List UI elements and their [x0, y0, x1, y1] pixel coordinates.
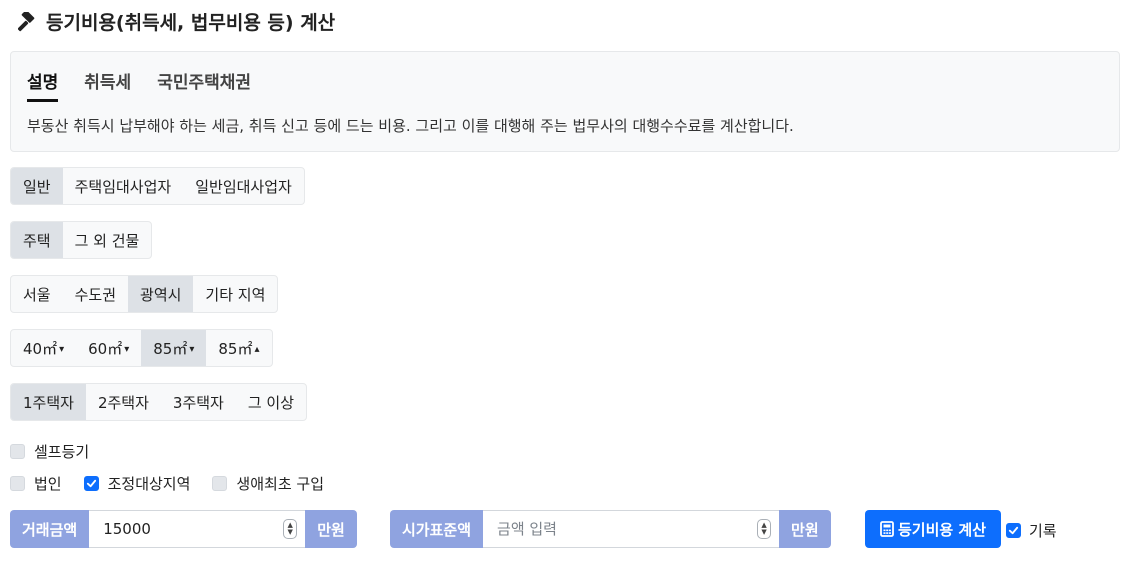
area-group: 40㎡ ▾ 60㎡ ▾ 85㎡ ▾ 85㎡ ▴ [10, 329, 273, 367]
calculator-icon [880, 521, 894, 537]
hammer-icon [18, 11, 38, 32]
check-icon [1008, 526, 1019, 535]
standard-price-label: 시가표준액 [390, 510, 484, 548]
checkbox-label: 생애최초 구입 [236, 475, 324, 493]
house-count-group: 1주택자 2주택자 3주택자 그 이상 [10, 383, 308, 421]
record-label: 기록 [1029, 522, 1057, 540]
calculate-button-label: 등기비용 계산 [897, 520, 987, 539]
area-60-below[interactable]: 60㎡ ▾ [76, 330, 141, 366]
area-label: 85㎡ [153, 339, 188, 358]
owner-type-housing-rental[interactable]: 주택임대사업자 [63, 168, 184, 204]
region-group: 서울 수도권 광역시 기타 지역 [10, 275, 279, 313]
area-label: 85㎡ [218, 339, 253, 358]
area-label: 40㎡ [23, 339, 58, 358]
self-registration-row: 셀프등기 [10, 441, 89, 462]
first-purchase-checkbox[interactable]: 생애최초 구입 [212, 473, 324, 494]
caret-up-icon: ▴ [254, 343, 260, 355]
description-text: 부동산 취득시 납부해야 하는 세금, 취득 신고 등에 드는 비용. 그리고 … [27, 117, 794, 135]
trade-amount-label: 거래금액 [10, 510, 90, 548]
region-metro-city[interactable]: 광역시 [128, 276, 194, 312]
area-85-below[interactable]: 85㎡ ▾ [141, 330, 207, 366]
caret-down-icon: ▾ [189, 343, 195, 355]
standard-price-unit: 만원 [779, 510, 831, 548]
number-spinner-icon[interactable]: ▲ ▼ [283, 519, 298, 539]
caret-down-icon: ▾ [59, 343, 65, 355]
building-type-other[interactable]: 그 외 건물 [63, 222, 152, 258]
owner-type-group: 일반 주택임대사업자 일반임대사업자 [10, 167, 305, 205]
trade-amount-input[interactable] [101, 519, 266, 539]
region-capital-area[interactable]: 수도권 [63, 276, 128, 312]
owner-type-general-rental[interactable]: 일반임대사업자 [183, 168, 304, 204]
checkbox-box[interactable] [212, 476, 228, 491]
info-tabs: 설명 취득세 국민주택채권 [27, 68, 251, 102]
checkbox-label: 조정대상지역 [107, 475, 191, 493]
checkbox-box[interactable] [10, 444, 25, 459]
house-count-1[interactable]: 1주택자 [11, 384, 86, 420]
building-type-house[interactable]: 주택 [11, 222, 63, 258]
building-type-group: 주택 그 외 건물 [10, 221, 153, 259]
check-icon [86, 479, 96, 488]
house-count-more[interactable]: 그 이상 [236, 384, 306, 420]
tab-acquisition-tax[interactable]: 취득세 [84, 68, 131, 102]
checkbox-label: 법인 [34, 475, 62, 493]
standard-price-group: 시가표준액 ▲▼ 만원 [390, 510, 831, 548]
record-checkbox[interactable]: 기록 [1006, 520, 1057, 541]
area-label: 60㎡ [88, 339, 123, 358]
owner-type-general[interactable]: 일반 [11, 168, 63, 204]
tab-housing-bond[interactable]: 국민주택채권 [157, 68, 251, 102]
adjusted-area-checkbox[interactable]: 조정대상지역 [83, 473, 191, 494]
trade-amount-group: 거래금액 ▲▼ 만원 [10, 510, 357, 548]
area-40-below[interactable]: 40㎡ ▾ [11, 330, 76, 366]
house-count-2[interactable]: 2주택자 [86, 384, 161, 420]
checkbox-label: 셀프등기 [34, 443, 90, 461]
checkbox-box[interactable] [83, 476, 99, 491]
region-other[interactable]: 기타 지역 [193, 276, 277, 312]
page-title-text: 등기비용(취득세, 법무비용 등) 계산 [46, 12, 336, 34]
number-spinner-icon[interactable]: ▲ ▼ [757, 519, 772, 539]
tab-description[interactable]: 설명 [27, 68, 59, 102]
region-seoul[interactable]: 서울 [11, 276, 63, 312]
house-count-3[interactable]: 3주택자 [161, 384, 236, 420]
calculate-button[interactable]: 등기비용 계산 [865, 510, 1001, 548]
info-card: 설명 취득세 국민주택채권 부동산 취득시 납부해야 하는 세금, 취득 신고 … [10, 51, 1120, 152]
checkbox-box[interactable] [1006, 523, 1021, 538]
options-row: 법인 조정대상지역 생애최초 구입 [10, 473, 324, 494]
self-registration-checkbox[interactable]: 셀프등기 [10, 441, 89, 462]
page-title: 등기비용(취득세, 법무비용 등) 계산 [18, 8, 335, 35]
standard-price-input[interactable] [495, 519, 740, 539]
checkbox-box[interactable] [10, 476, 25, 491]
trade-amount-unit: 만원 [305, 510, 357, 548]
trade-amount-field[interactable]: ▲▼ [89, 510, 306, 548]
area-85-above[interactable]: 85㎡ ▴ [206, 330, 271, 366]
caret-down-icon: ▾ [124, 343, 130, 355]
corporation-checkbox[interactable]: 법인 [10, 473, 62, 494]
standard-price-field[interactable]: ▲▼ [483, 510, 780, 548]
